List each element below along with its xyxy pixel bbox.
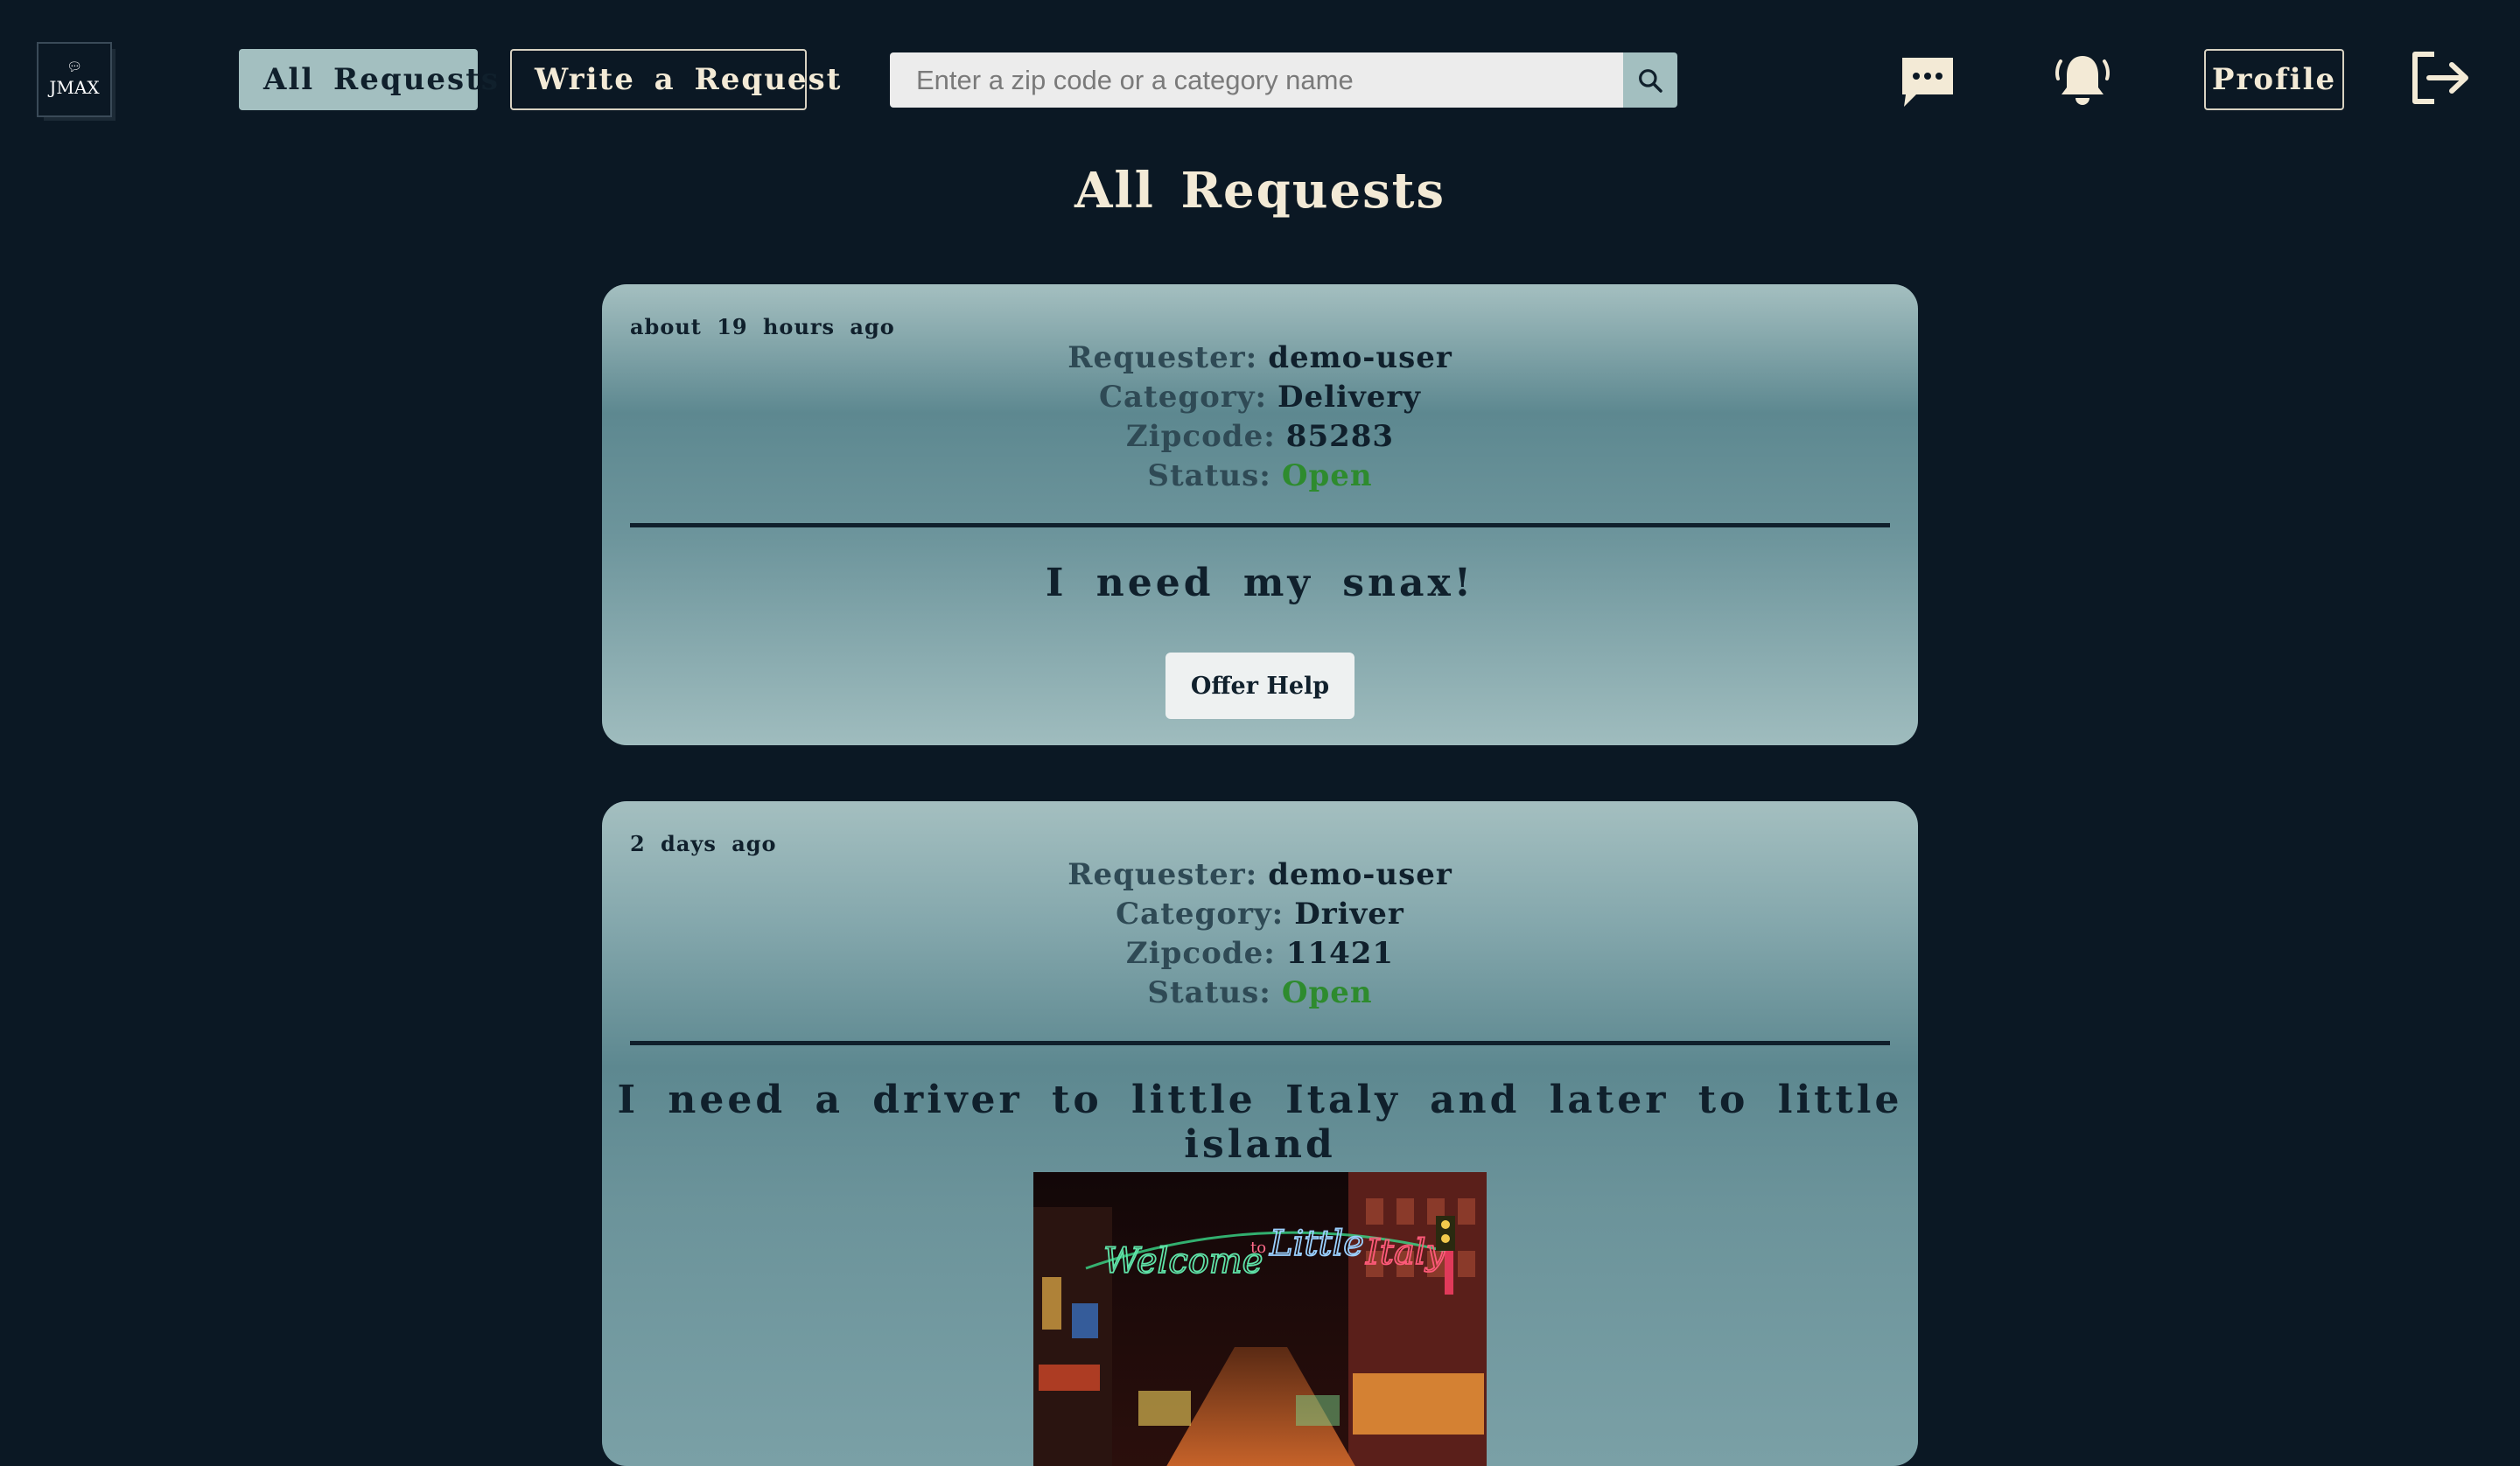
zipcode-value: 85283: [1285, 419, 1395, 454]
sign-text-italy: Italy: [1365, 1232, 1447, 1273]
requester-row: Requester: demo-user: [602, 855, 1918, 895]
requester-value[interactable]: demo-user: [1268, 857, 1452, 892]
category-label: Category:: [1098, 380, 1268, 415]
search-input[interactable]: [890, 52, 1623, 108]
category-label: Category:: [1116, 897, 1284, 932]
request-card: about 19 hours ago Requester: demo-user C…: [602, 284, 1918, 745]
requester-label: Requester:: [1068, 857, 1258, 892]
category-value: Driver: [1294, 897, 1404, 932]
bell-icon: [2055, 56, 2110, 105]
request-meta: Requester: demo-user Category: Delivery Zi…: [602, 339, 1918, 496]
zipcode-label: Zipcode:: [1125, 936, 1276, 971]
request-timestamp: about 19 hours ago: [630, 314, 895, 339]
sign-text-to: to: [1250, 1239, 1266, 1257]
little-italy-street-image: Welcome to Little Italy: [1033, 1172, 1487, 1466]
requester-label: Requester:: [1068, 340, 1258, 375]
request-timestamp: 2 days ago: [630, 831, 777, 856]
request-photo: Welcome to Little Italy: [1033, 1172, 1487, 1466]
search-button[interactable]: [1623, 52, 1677, 108]
request-title: I need a driver to little Italy and late…: [617, 1078, 1903, 1167]
category-row: Category: Driver: [602, 895, 1918, 934]
request-card: 2 days ago Requester: demo-user Category:…: [602, 801, 1918, 1466]
zipcode-label: Zipcode:: [1125, 419, 1276, 454]
chat-icon: [1902, 58, 1953, 107]
top-navbar: 💬︎ JMAX All Requests Write a Request Pro: [0, 0, 2520, 157]
logout-button[interactable]: [2408, 49, 2471, 107]
status-badge: Open: [1281, 975, 1373, 1010]
jmax-logo[interactable]: 💬︎ JMAX: [37, 42, 112, 117]
category-value: Delivery: [1278, 380, 1422, 415]
page-title: All Requests: [1074, 162, 1446, 220]
zipcode-row: Zipcode: 11421: [602, 934, 1918, 974]
status-row: Status: Open: [602, 974, 1918, 1013]
logo-chat-icon: 💬︎: [66, 60, 82, 74]
zipcode-row: Zipcode: 85283: [602, 417, 1918, 457]
offer-help-button[interactable]: Offer Help: [1166, 653, 1354, 719]
card-divider: [630, 1041, 1890, 1045]
logout-icon: [2412, 52, 2468, 104]
request-meta: Requester: demo-user Category: Driver Zipc…: [602, 855, 1918, 1013]
write-request-nav-button[interactable]: Write a Request: [510, 49, 840, 110]
sign-text-welcome: Welcome: [1103, 1241, 1263, 1281]
messages-button[interactable]: [1899, 52, 1956, 110]
search-bar: [890, 52, 1677, 108]
logo-text: JMAX: [49, 77, 100, 98]
zipcode-value: 11421: [1285, 936, 1395, 971]
category-row: Category: Delivery: [602, 378, 1918, 417]
requester-value[interactable]: demo-user: [1268, 340, 1452, 375]
profile-button[interactable]: Profile: [2204, 49, 2344, 110]
search-icon: [1639, 68, 1662, 93]
status-row: Status: Open: [602, 457, 1918, 496]
status-label: Status:: [1147, 458, 1271, 493]
card-divider: [630, 523, 1890, 527]
status-badge: Open: [1281, 458, 1373, 493]
all-requests-nav-button[interactable]: All Requests: [239, 49, 498, 110]
notifications-button[interactable]: [2052, 49, 2113, 110]
status-label: Status:: [1147, 975, 1271, 1010]
sign-text-little: Little: [1269, 1224, 1364, 1264]
requester-row: Requester: demo-user: [602, 339, 1918, 378]
request-title: I need my snax!: [1045, 561, 1475, 605]
